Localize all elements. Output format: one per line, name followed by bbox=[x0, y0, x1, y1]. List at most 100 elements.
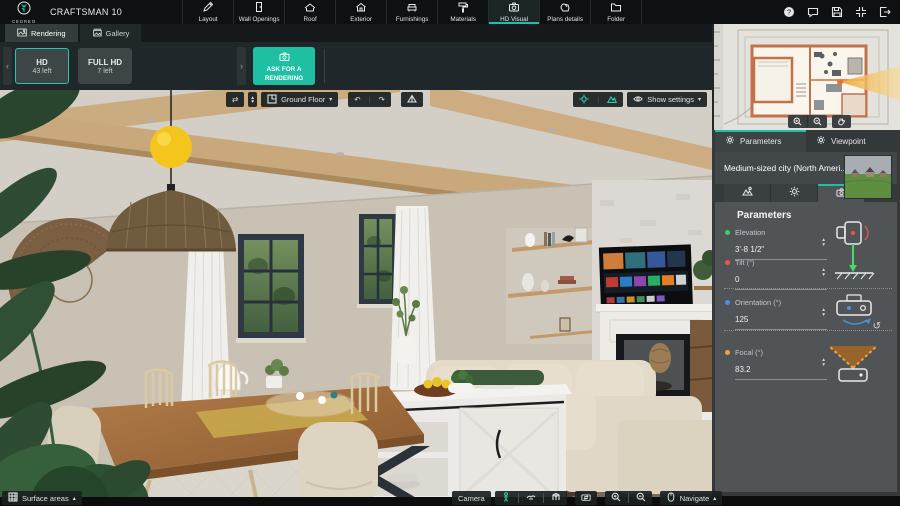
menu-item-roof[interactable]: Roof bbox=[284, 0, 335, 24]
elevation-field[interactable]: Elevation 3'-8 1/2" ▴ ▾ bbox=[725, 228, 837, 260]
floor-plan-icon bbox=[267, 93, 277, 106]
floor-plan-minimap[interactable] bbox=[712, 24, 900, 130]
viewport-toolbar-left: ⇄ ▴ ▾ Ground Floor ▾ ↶ | ↷ bbox=[226, 92, 423, 107]
menu-item-exterior[interactable]: Exterior bbox=[335, 0, 386, 24]
scroll-right-button[interactable]: › bbox=[237, 47, 246, 85]
menu-item-layout[interactable]: Layout bbox=[182, 0, 233, 24]
person-view-icon[interactable] bbox=[501, 492, 511, 504]
roof-icon bbox=[304, 1, 316, 15]
gear-icon bbox=[816, 135, 826, 147]
elevation-dot bbox=[725, 230, 730, 235]
chevron-up-icon: ▴ bbox=[713, 495, 717, 502]
gallery-icon bbox=[92, 28, 102, 39]
cedreo-app: CEDREO CRAFTSMAN 10 Layout Wall Openings… bbox=[0, 0, 900, 506]
environment-toggles: | bbox=[573, 92, 624, 107]
tilt-field[interactable]: Tilt (°) 0 ▴ ▾ bbox=[725, 258, 837, 290]
menu-item-wall-openings[interactable]: Wall Openings bbox=[233, 0, 284, 24]
topbar-actions: ? bbox=[782, 6, 891, 19]
subtab-environment[interactable] bbox=[724, 184, 771, 202]
hd-resolution-button[interactable]: HD 43 left bbox=[15, 48, 69, 84]
orientation-spinner[interactable]: ▴ ▾ bbox=[822, 308, 825, 317]
window-right bbox=[357, 214, 399, 308]
show-settings-dropdown[interactable]: Show settings ▾ bbox=[627, 92, 707, 107]
zoom-group bbox=[604, 491, 652, 505]
render-camera-icon bbox=[279, 48, 290, 66]
tab-gallery[interactable]: Gallery bbox=[79, 24, 142, 42]
menu-item-hd-visual[interactable]: HD Visual bbox=[488, 0, 540, 24]
ask-for-rendering-button[interactable]: ASK FOR A RENDERING bbox=[253, 47, 315, 85]
sun-icon bbox=[789, 184, 800, 202]
reset-rotation-icon[interactable]: ↺ bbox=[873, 322, 881, 332]
environment-selector[interactable]: Medium-sized city (North Ameri... bbox=[715, 152, 897, 199]
grid-table-icon bbox=[8, 492, 18, 504]
menu-item-furnishings[interactable]: Furnishings bbox=[386, 0, 437, 24]
undo-icon[interactable]: ↶ bbox=[354, 95, 360, 104]
focal-diagram bbox=[828, 345, 878, 382]
minimap-zoom-in-button[interactable] bbox=[788, 115, 807, 128]
swap-view-button[interactable]: ⇄ bbox=[226, 92, 245, 107]
viewport-bottom-bar: Surface areas ▴ Camera Navigate ▴ bbox=[0, 490, 723, 505]
redo-icon[interactable]: ↷ bbox=[379, 95, 385, 104]
divider bbox=[724, 288, 892, 289]
minimap-pan-button[interactable] bbox=[832, 115, 851, 128]
menu-item-plans-details[interactable]: Plans details bbox=[539, 0, 590, 24]
aerial-view-icon[interactable] bbox=[526, 492, 536, 504]
gear-icon bbox=[725, 135, 735, 147]
floor-stepper[interactable]: ▴ ▾ bbox=[248, 92, 258, 107]
focal-field[interactable]: Focal (°) 83.2 ▴ ▾ bbox=[725, 348, 837, 380]
zoom-out-icon[interactable] bbox=[636, 492, 646, 504]
tilt-dot bbox=[725, 260, 730, 265]
minimap-zoom-out-button[interactable] bbox=[807, 115, 827, 128]
scroll-left-button[interactable]: ‹ bbox=[3, 47, 12, 85]
floor-selector-dropdown[interactable]: Ground Floor ▾ bbox=[261, 92, 339, 107]
swap-icon: ⇄ bbox=[232, 95, 239, 104]
exit-icon[interactable] bbox=[878, 6, 891, 19]
perspective-view-icon[interactable] bbox=[551, 492, 561, 504]
save-icon[interactable] bbox=[830, 6, 843, 19]
camera-position-dot bbox=[837, 79, 843, 85]
viewport-toolbar-right: | Show settings ▾ bbox=[573, 92, 707, 107]
orientation-field[interactable]: Orientation (°) 125 ▴ ▾ bbox=[725, 298, 837, 330]
tab-parameters[interactable]: Parameters bbox=[715, 130, 806, 152]
hand-pencil-icon bbox=[559, 1, 571, 15]
tilt-spinner[interactable]: ▴ ▾ bbox=[822, 268, 825, 277]
tab-viewpoint[interactable]: Viewpoint bbox=[806, 130, 897, 152]
chevron-down-icon: ▾ bbox=[697, 97, 701, 103]
folder-icon bbox=[610, 1, 622, 15]
project-title: CRAFTSMAN 10 bbox=[50, 7, 123, 17]
3d-viewport[interactable]: ⇄ ▴ ▾ Ground Floor ▾ ↶ | ↷ | Show settin… bbox=[0, 90, 712, 506]
cedreo-logo[interactable]: CEDREO bbox=[2, 1, 46, 24]
surface-areas-button[interactable]: Surface areas ▴ bbox=[2, 491, 82, 505]
help-icon[interactable]: ? bbox=[782, 6, 795, 19]
floor-spinner-icon: ▴ ▾ bbox=[251, 94, 255, 105]
sun-icon[interactable] bbox=[579, 94, 589, 106]
environment-thumbnail[interactable] bbox=[844, 155, 892, 199]
pencil-icon bbox=[202, 1, 214, 15]
elevation-tilt-diagram bbox=[835, 221, 875, 280]
camera-icon bbox=[508, 1, 520, 15]
hand-icon bbox=[832, 115, 851, 128]
zoom-in-icon[interactable] bbox=[611, 492, 621, 504]
view-mode-group bbox=[494, 491, 567, 505]
menu-item-folder[interactable]: Folder bbox=[590, 0, 643, 24]
paint-roller-icon bbox=[457, 1, 469, 15]
chevron-down-icon: ▾ bbox=[329, 97, 333, 103]
terrain-pin-icon bbox=[741, 184, 753, 202]
main-menu: Layout Wall Openings Roof Exterior Furni… bbox=[182, 0, 643, 24]
navigate-dropdown[interactable]: Navigate ▴ bbox=[659, 491, 723, 505]
camera-switch-button[interactable] bbox=[574, 491, 597, 505]
terrain-icon[interactable] bbox=[607, 94, 618, 106]
comments-icon[interactable] bbox=[806, 6, 819, 19]
view-tabs: Rendering Gallery bbox=[0, 24, 712, 42]
elevation-spinner[interactable]: ▴ ▾ bbox=[822, 238, 825, 247]
roof-3d-button[interactable] bbox=[400, 92, 423, 107]
collapse-icon[interactable] bbox=[854, 6, 867, 19]
armchair-icon bbox=[406, 1, 418, 15]
minimap-buttons bbox=[788, 115, 851, 128]
subtab-lighting[interactable] bbox=[771, 184, 818, 202]
menu-item-materials[interactable]: Materials bbox=[437, 0, 488, 24]
tab-rendering[interactable]: Rendering bbox=[5, 24, 78, 42]
full-hd-resolution-button[interactable]: FULL HD 7 left bbox=[78, 48, 132, 84]
camera-mode-button[interactable]: Camera bbox=[452, 491, 491, 505]
tv bbox=[598, 244, 694, 312]
